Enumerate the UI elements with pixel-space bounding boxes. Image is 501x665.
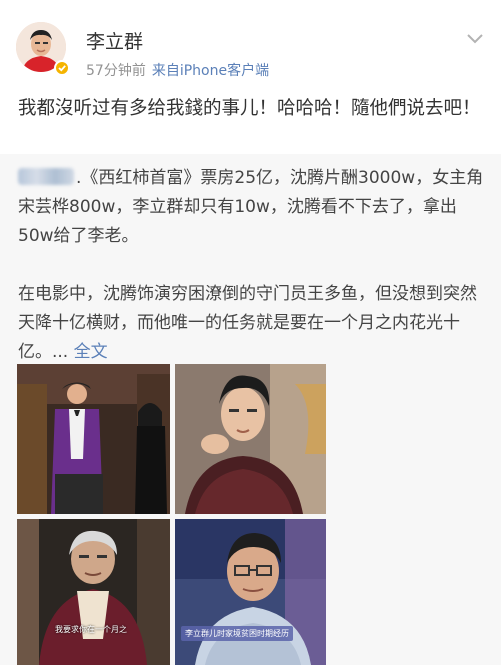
photo-3[interactable]: 我要求你在一个月之 <box>17 519 170 665</box>
photo-3-caption: 我要求你在一个月之 <box>55 625 127 634</box>
post-text: 我都沒听过有多给我錢的事儿！哈哈哈！隨他們说去吧！ <box>18 98 481 119</box>
repost-paragraph-1: .《西红柿首富》票房25亿，沈腾片酬3000w，女主角宋芸桦800w，李立群却只… <box>18 168 484 246</box>
chevron-down-icon[interactable] <box>466 30 484 44</box>
verified-badge-icon <box>54 60 70 76</box>
user-name[interactable]: 李立群 <box>86 27 143 54</box>
photo-1[interactable] <box>17 364 170 514</box>
photo-4-caption: 李立群儿时家境贫困时期经历 <box>181 626 293 641</box>
post-meta: 57分钟前 来自iPhone客户端 <box>86 60 269 80</box>
post-source[interactable]: 来自iPhone客户端 <box>152 63 269 79</box>
photo-2[interactable] <box>175 364 326 514</box>
post-header: 李立群 57分钟前 来自iPhone客户端 <box>0 0 501 92</box>
repost-text: .《西红柿首富》票房25亿，沈腾片酬3000w，女主角宋芸桦800w，李立群却只… <box>18 164 488 367</box>
post-time: 57分钟前 <box>86 63 146 79</box>
blurred-username <box>18 168 74 185</box>
photo-4[interactable]: 李立群儿时家境贫困时期经历 <box>175 519 326 665</box>
full-text-link[interactable]: 全文 <box>74 342 108 362</box>
